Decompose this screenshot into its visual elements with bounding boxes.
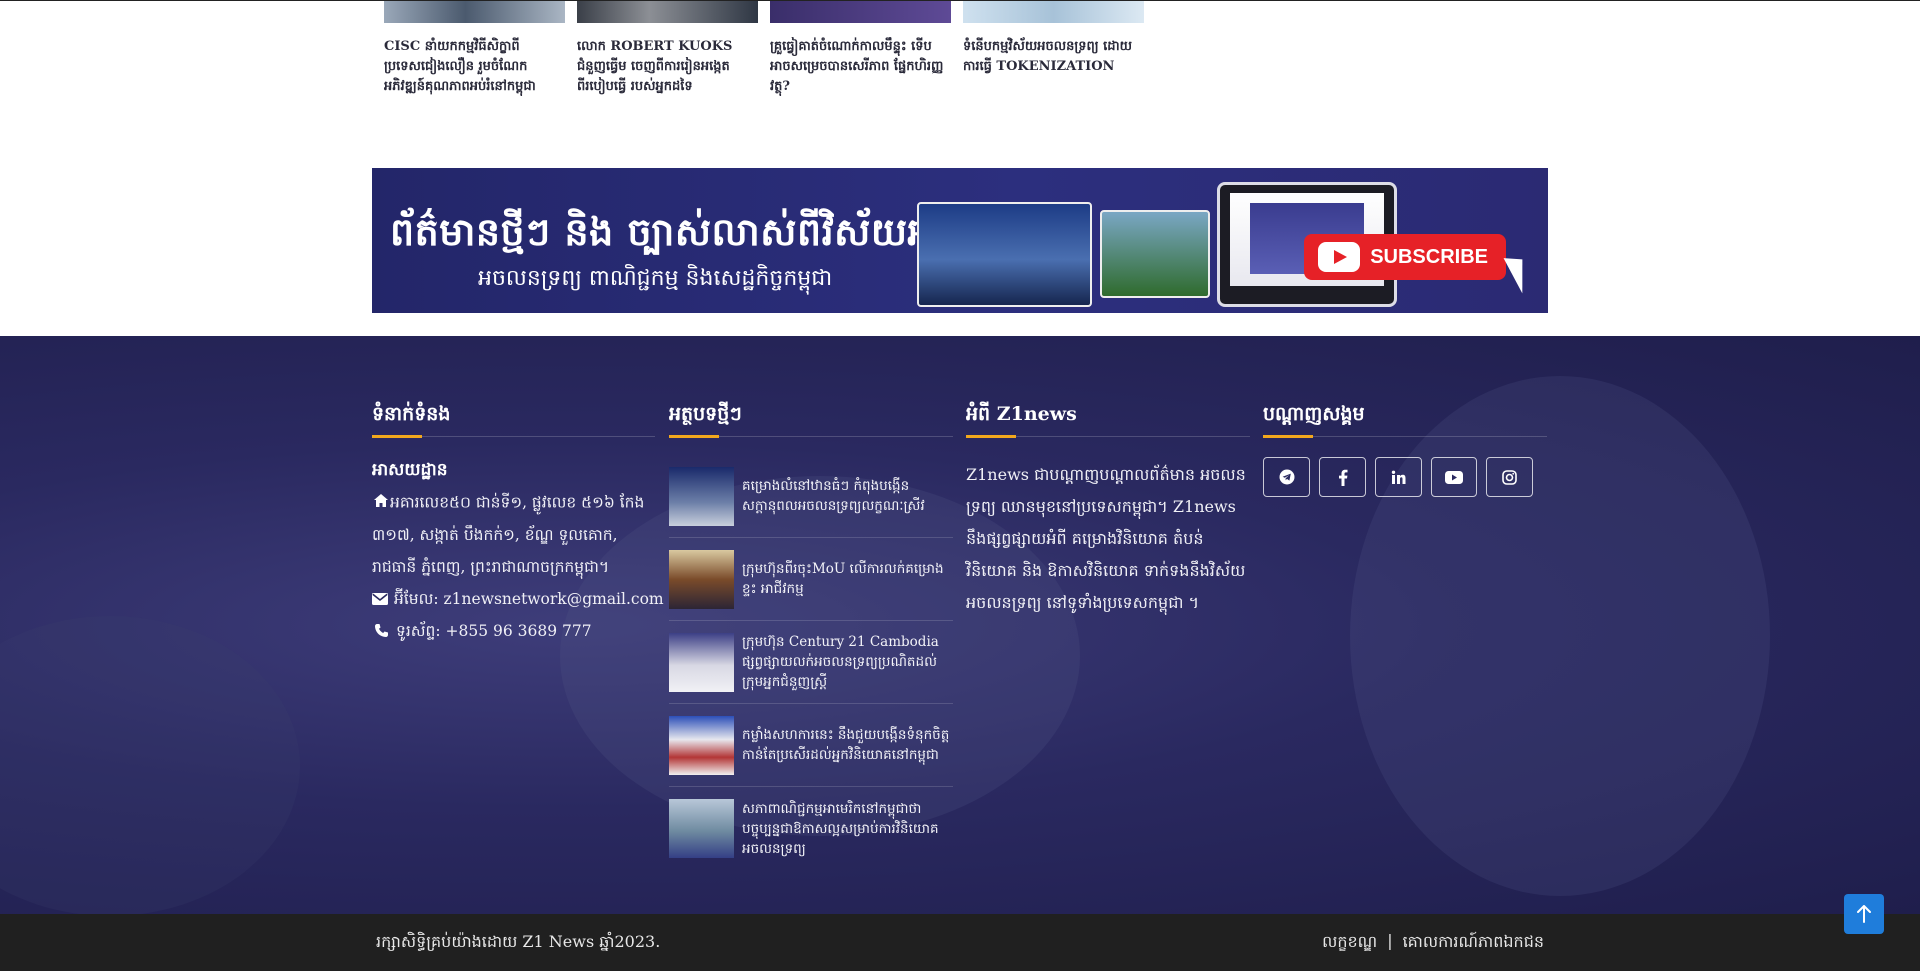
news-thumbnail[interactable] [669, 715, 734, 775]
bottom-bar: រក្សាសិទ្ធិគ្រប់យ៉ាងដោយ Z1 News ឆ្នាំ202… [0, 914, 1920, 971]
news-list-item[interactable]: កម្លាំងសហការនេះ នឹងជួយបង្កើនទំនុកចិត្ត ក… [669, 704, 953, 787]
youtube-subscribe-banner[interactable]: ព័ត៌មានថ្មីៗ និង ច្បាស់លាស់ពីវិស័យអចលនទ្… [372, 168, 1548, 313]
top-section: CISC នាំយកកម្មវិធីសិក្ខាពី ប្រទេសជៀងលឿន … [0, 0, 1920, 336]
recent-news-column: អត្ថបទថ្មីៗ គម្រោងលំនៅឋានធំៗ កំពុងបង្កើន… [669, 402, 953, 870]
related-article-thumbnail[interactable] [577, 1, 758, 23]
related-article-title[interactable]: គ្រួធ្វៀគាត់ចំណោក់កាលមឹន្ទុះ ទើប អាចសម្រ… [770, 37, 951, 97]
cursor-arrow-icon [1503, 250, 1537, 294]
recent-news-list: គម្រោងលំនៅឋានធំៗ កំពុងបង្កើន សក្ដានុពលអច… [669, 455, 953, 870]
related-article-thumbnail[interactable] [770, 1, 951, 23]
news-thumbnail[interactable] [669, 549, 734, 609]
email-line: អ៊ីមែល: z1newsnetwork@gmail.com [372, 583, 664, 615]
address-text: អគារលេខ៥០ ជាន់ទី១, ផ្លូវលេខ ៥១៦ កែង ៣១៧,… [372, 484, 655, 583]
related-article-thumbnail[interactable] [384, 1, 565, 23]
related-article-title[interactable]: ទំនើបកម្មវិស័យអចលនទ្រព្យ ដោយការធ្វើ TOKE… [963, 37, 1144, 77]
back-to-top-button[interactable] [1844, 894, 1884, 934]
banner-subline: អចលនទ្រព្យ ពាណិជ្ជកម្ម និងសេដ្ឋកិច្ចកម្ព… [478, 266, 833, 291]
news-title[interactable]: កម្លាំងសហការនេះ នឹងជួយបង្កើនទំនុកចិត្ត ក… [742, 725, 953, 765]
banner-video-thumbnail [1100, 210, 1210, 298]
about-title: អំពី Z1news [966, 402, 1250, 438]
telegram-icon [1279, 469, 1294, 485]
terms-link[interactable]: លក្ខខណ្ឌ [1322, 931, 1377, 955]
bottom-links: លក្ខខណ្ឌ | គោលការណ៍ភាពឯកជន [1322, 931, 1544, 955]
link-separator: | [1387, 931, 1393, 950]
subscribe-label: SUBSCRIBE [1370, 245, 1488, 268]
related-article-thumbnail[interactable] [963, 1, 1144, 23]
copyright-text: រក្សាសិទ្ធិគ្រប់យ៉ាងដោយ Z1 News ឆ្នាំ202… [376, 932, 661, 951]
news-list-item[interactable]: គម្រោងលំនៅឋានធំៗ កំពុងបង្កើន សក្ដានុពលអច… [669, 455, 953, 538]
banner-video-thumbnail [917, 202, 1092, 307]
related-article-card[interactable]: គ្រួធ្វៀគាត់ចំណោក់កាលមឹន្ទុះ ទើប អាចសម្រ… [770, 1, 951, 97]
about-column: អំពី Z1news Z1news ជាបណ្ដាញបណ្ដាលព័ត៌មាន… [966, 402, 1250, 619]
news-title[interactable]: ក្រុមហ៊ុនពីរចុះMoU លើការលក់គម្រោងខ្ទះ អា… [742, 559, 953, 599]
contact-column: ទំនាក់ទំនង អាសយដ្ឋាន អគារលេខ៥០ ជាន់ទី១, … [372, 402, 664, 647]
related-article-title[interactable]: លោក ROBERT KUOKS ជំនួញធ្វើម ចេញពីការរៀនអ… [577, 37, 758, 97]
privacy-policy-link[interactable]: គោលការណ៍ភាពឯកជន [1403, 931, 1544, 955]
news-title[interactable]: សភាពាណិជ្ជកម្មអាមេរិកនៅកម្ពុជាថា បច្ចុប្… [742, 799, 953, 859]
related-article-title[interactable]: CISC នាំយកកម្មវិធីសិក្ខាពី ប្រទេសជៀងលឿន … [384, 37, 565, 97]
instagram-icon [1502, 469, 1517, 485]
news-thumbnail[interactable] [669, 466, 734, 526]
linkedin-icon [1391, 470, 1406, 484]
site-footer: ទំនាក់ទំនង អាសយដ្ឋាន អគារលេខ៥០ ជាន់ទី១, … [0, 336, 1920, 914]
youtube-icon [1445, 470, 1463, 484]
related-article-card[interactable]: ទំនើបកម្មវិស័យអចលនទ្រព្យ ដោយការធ្វើ TOKE… [963, 1, 1144, 97]
news-title[interactable]: គម្រោងលំនៅឋានធំៗ កំពុងបង្កើន សក្ដានុពលអច… [742, 476, 953, 516]
news-title[interactable]: ក្រុមហ៊ុន Century 21 Cambodia ផ្សព្វផ្សា… [742, 632, 953, 692]
telegram-button[interactable] [1263, 457, 1310, 497]
phone-text[interactable]: ទូរស័ព្ទ: +855 96 3689 777 [396, 615, 592, 647]
contact-title: ទំនាក់ទំនង [372, 402, 655, 438]
social-links [1263, 457, 1547, 497]
instagram-button[interactable] [1486, 457, 1533, 497]
subscribe-button[interactable]: SUBSCRIBE [1304, 234, 1506, 280]
related-article-card[interactable]: CISC នាំយកកម្មវិធីសិក្ខាពី ប្រទេសជៀងលឿន … [384, 1, 565, 97]
recent-news-title: អត្ថបទថ្មីៗ [669, 402, 953, 438]
arrow-up-icon [1857, 905, 1871, 923]
phone-icon [372, 615, 390, 647]
email-text[interactable]: អ៊ីមែល: z1newsnetwork@gmail.com [394, 583, 664, 615]
phone-line: ទូរស័ព្ទ: +855 96 3689 777 [372, 615, 655, 647]
facebook-icon [1338, 469, 1347, 486]
news-list-item[interactable]: សភាពាណិជ្ជកម្មអាមេរិកនៅកម្ពុជាថា បច្ចុប្… [669, 787, 953, 870]
news-list-item[interactable]: ក្រុមហ៊ុន Century 21 Cambodia ផ្សព្វផ្សា… [669, 621, 953, 704]
about-text: Z1news ជាបណ្ដាញបណ្ដាលព័ត៌មាន អចលនទ្រព្យ … [966, 465, 1246, 612]
related-article-card[interactable]: លោក ROBERT KUOKS ជំនួញធ្វើម ចេញពីការរៀនអ… [577, 1, 758, 97]
facebook-button[interactable] [1319, 457, 1366, 497]
address-label: អាសយដ្ឋាន [372, 460, 448, 480]
youtube-play-icon [1318, 242, 1361, 272]
home-icon [372, 484, 390, 516]
social-title: បណ្ដាញសង្គម [1263, 402, 1547, 438]
related-articles: CISC នាំយកកម្មវិធីសិក្ខាពី ប្រទេសជៀងលឿន … [384, 1, 1144, 97]
news-thumbnail[interactable] [669, 799, 734, 858]
social-column: បណ្ដាញសង្គម [1263, 402, 1547, 497]
envelope-icon [372, 583, 388, 615]
news-list-item[interactable]: ក្រុមហ៊ុនពីរចុះMoU លើការលក់គម្រោងខ្ទះ អា… [669, 538, 953, 621]
news-thumbnail[interactable] [669, 632, 734, 692]
linkedin-button[interactable] [1375, 457, 1422, 497]
youtube-button[interactable] [1431, 457, 1477, 497]
